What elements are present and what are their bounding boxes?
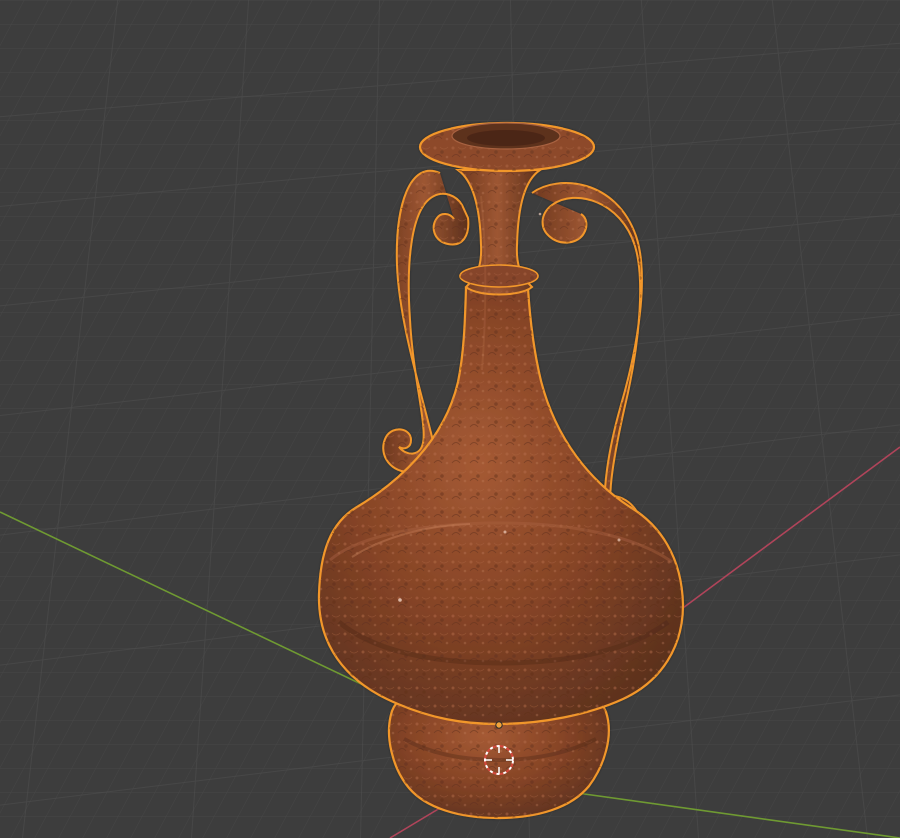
sparkle — [503, 530, 507, 534]
vase-inner-opening — [467, 130, 545, 146]
sparkle — [538, 212, 542, 216]
neck-ring-texture — [460, 265, 538, 287]
sparkle — [398, 598, 402, 602]
3d-viewport[interactable] — [0, 0, 900, 838]
viewport-canvas[interactable] — [0, 0, 900, 838]
sparkle — [617, 538, 621, 542]
origin-point-icon — [495, 721, 503, 729]
